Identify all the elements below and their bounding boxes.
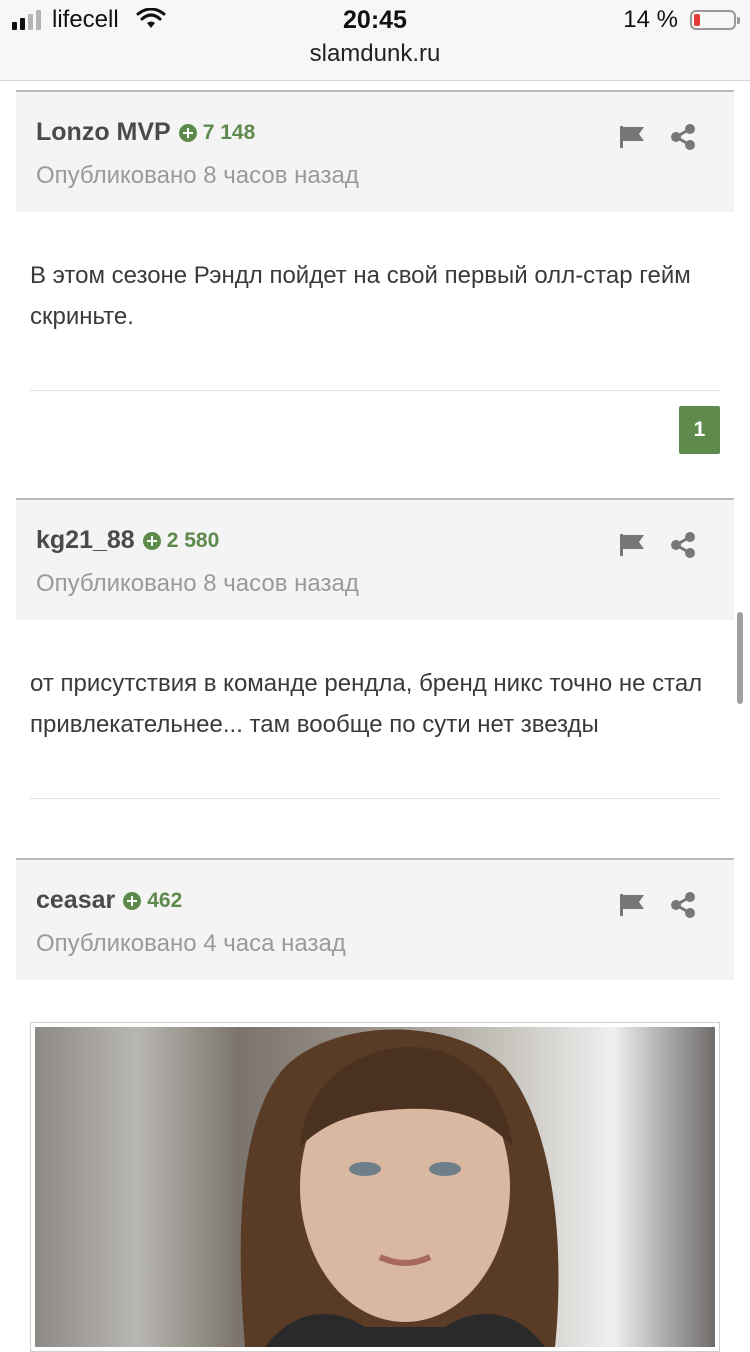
comment-header: Lonzo MVP 7 148 Опубликовано 8 часов наз… <box>16 90 734 212</box>
divider <box>30 390 720 391</box>
photo-placeholder <box>35 1027 715 1347</box>
reputation-value: 2 580 <box>166 528 220 552</box>
author-name[interactable]: ceasar <box>36 886 115 915</box>
share-icon[interactable] <box>670 124 696 155</box>
status-bar: lifecell 20:45 slamdunk.ru 14 % <box>0 0 750 81</box>
battery-percentage: 14 % <box>623 6 678 33</box>
share-icon[interactable] <box>670 892 696 923</box>
reputation-badge: 462 <box>123 889 182 913</box>
posted-time: Опубликовано 8 часов назад <box>36 162 359 189</box>
author-name[interactable]: Lonzo MVP <box>36 118 171 147</box>
comment-text: В этом сезоне Рэндл пойдет на свой первы… <box>30 262 691 330</box>
comment-image[interactable] <box>30 1022 720 1352</box>
flag-icon[interactable] <box>620 534 644 561</box>
reputation-badge: 2 580 <box>142 528 220 553</box>
reputation-value: 7 148 <box>202 120 256 144</box>
share-icon[interactable] <box>670 532 696 563</box>
flag-icon[interactable] <box>620 126 644 153</box>
comment-text: от присутствия в команде рендла, бренд н… <box>30 670 703 738</box>
like-count-button[interactable]: 1 <box>679 406 720 454</box>
reputation-plus-icon <box>142 531 161 550</box>
address-bar-url[interactable]: slamdunk.ru <box>0 40 750 68</box>
reputation-value: 462 <box>147 888 183 912</box>
comment-header: kg21_88 2 580 Опубликовано 8 часов назад <box>16 498 734 620</box>
author-name[interactable]: kg21_88 <box>36 526 135 555</box>
reputation-badge: 7 148 <box>178 120 256 145</box>
posted-time: Опубликовано 4 часа назад <box>36 930 346 957</box>
reputation-plus-icon <box>178 123 197 142</box>
battery-icon <box>690 10 740 30</box>
divider <box>30 798 720 799</box>
flag-icon[interactable] <box>620 894 644 921</box>
scrollbar[interactable] <box>737 612 743 704</box>
comment-header: ceasar 462 Опубликовано 4 часа назад <box>16 858 734 980</box>
reputation-plus-icon <box>123 891 142 910</box>
posted-time: Опубликовано 8 часов назад <box>36 570 359 597</box>
